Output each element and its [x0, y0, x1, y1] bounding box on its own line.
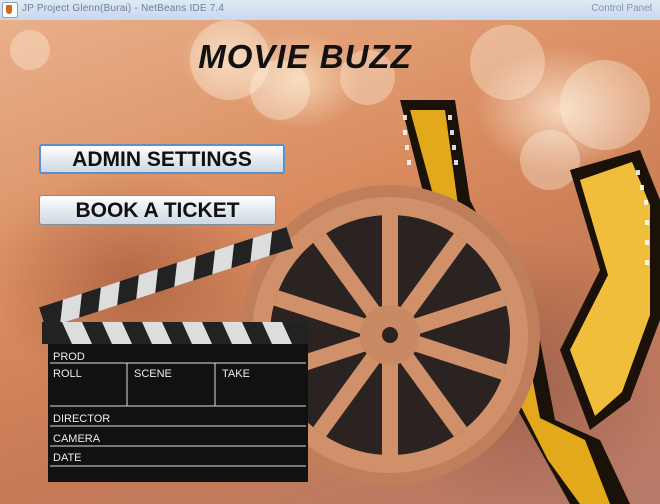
clap-label-director: DIRECTOR	[53, 413, 110, 425]
clap-label-roll: ROLL	[53, 368, 82, 380]
movie-artwork: PROD ROLL SCENE TAKE DIRECTOR CAMERA DAT…	[39, 100, 660, 504]
window-title: JP Project Glenn(Burai) - NetBeans IDE 7…	[22, 3, 225, 14]
book-ticket-button[interactable]: BOOK A TICKET	[39, 195, 276, 225]
window-title-bar: JP Project Glenn(Burai) - NetBeans IDE 7…	[0, 0, 660, 21]
clap-label-date: DATE	[53, 452, 82, 464]
clap-label-camera: CAMERA	[53, 433, 101, 445]
main-panel: PROD ROLL SCENE TAKE DIRECTOR CAMERA DAT…	[0, 20, 660, 504]
app-title: MOVIE BUZZ	[198, 38, 412, 75]
window-title-right: Control Panel	[591, 3, 652, 14]
clap-label-scene: SCENE	[134, 368, 172, 380]
java-app-icon	[2, 2, 18, 18]
clap-label-take: TAKE	[222, 368, 250, 380]
clap-label-prod: PROD	[53, 351, 85, 363]
admin-settings-button[interactable]: ADMIN SETTINGS	[39, 144, 285, 174]
